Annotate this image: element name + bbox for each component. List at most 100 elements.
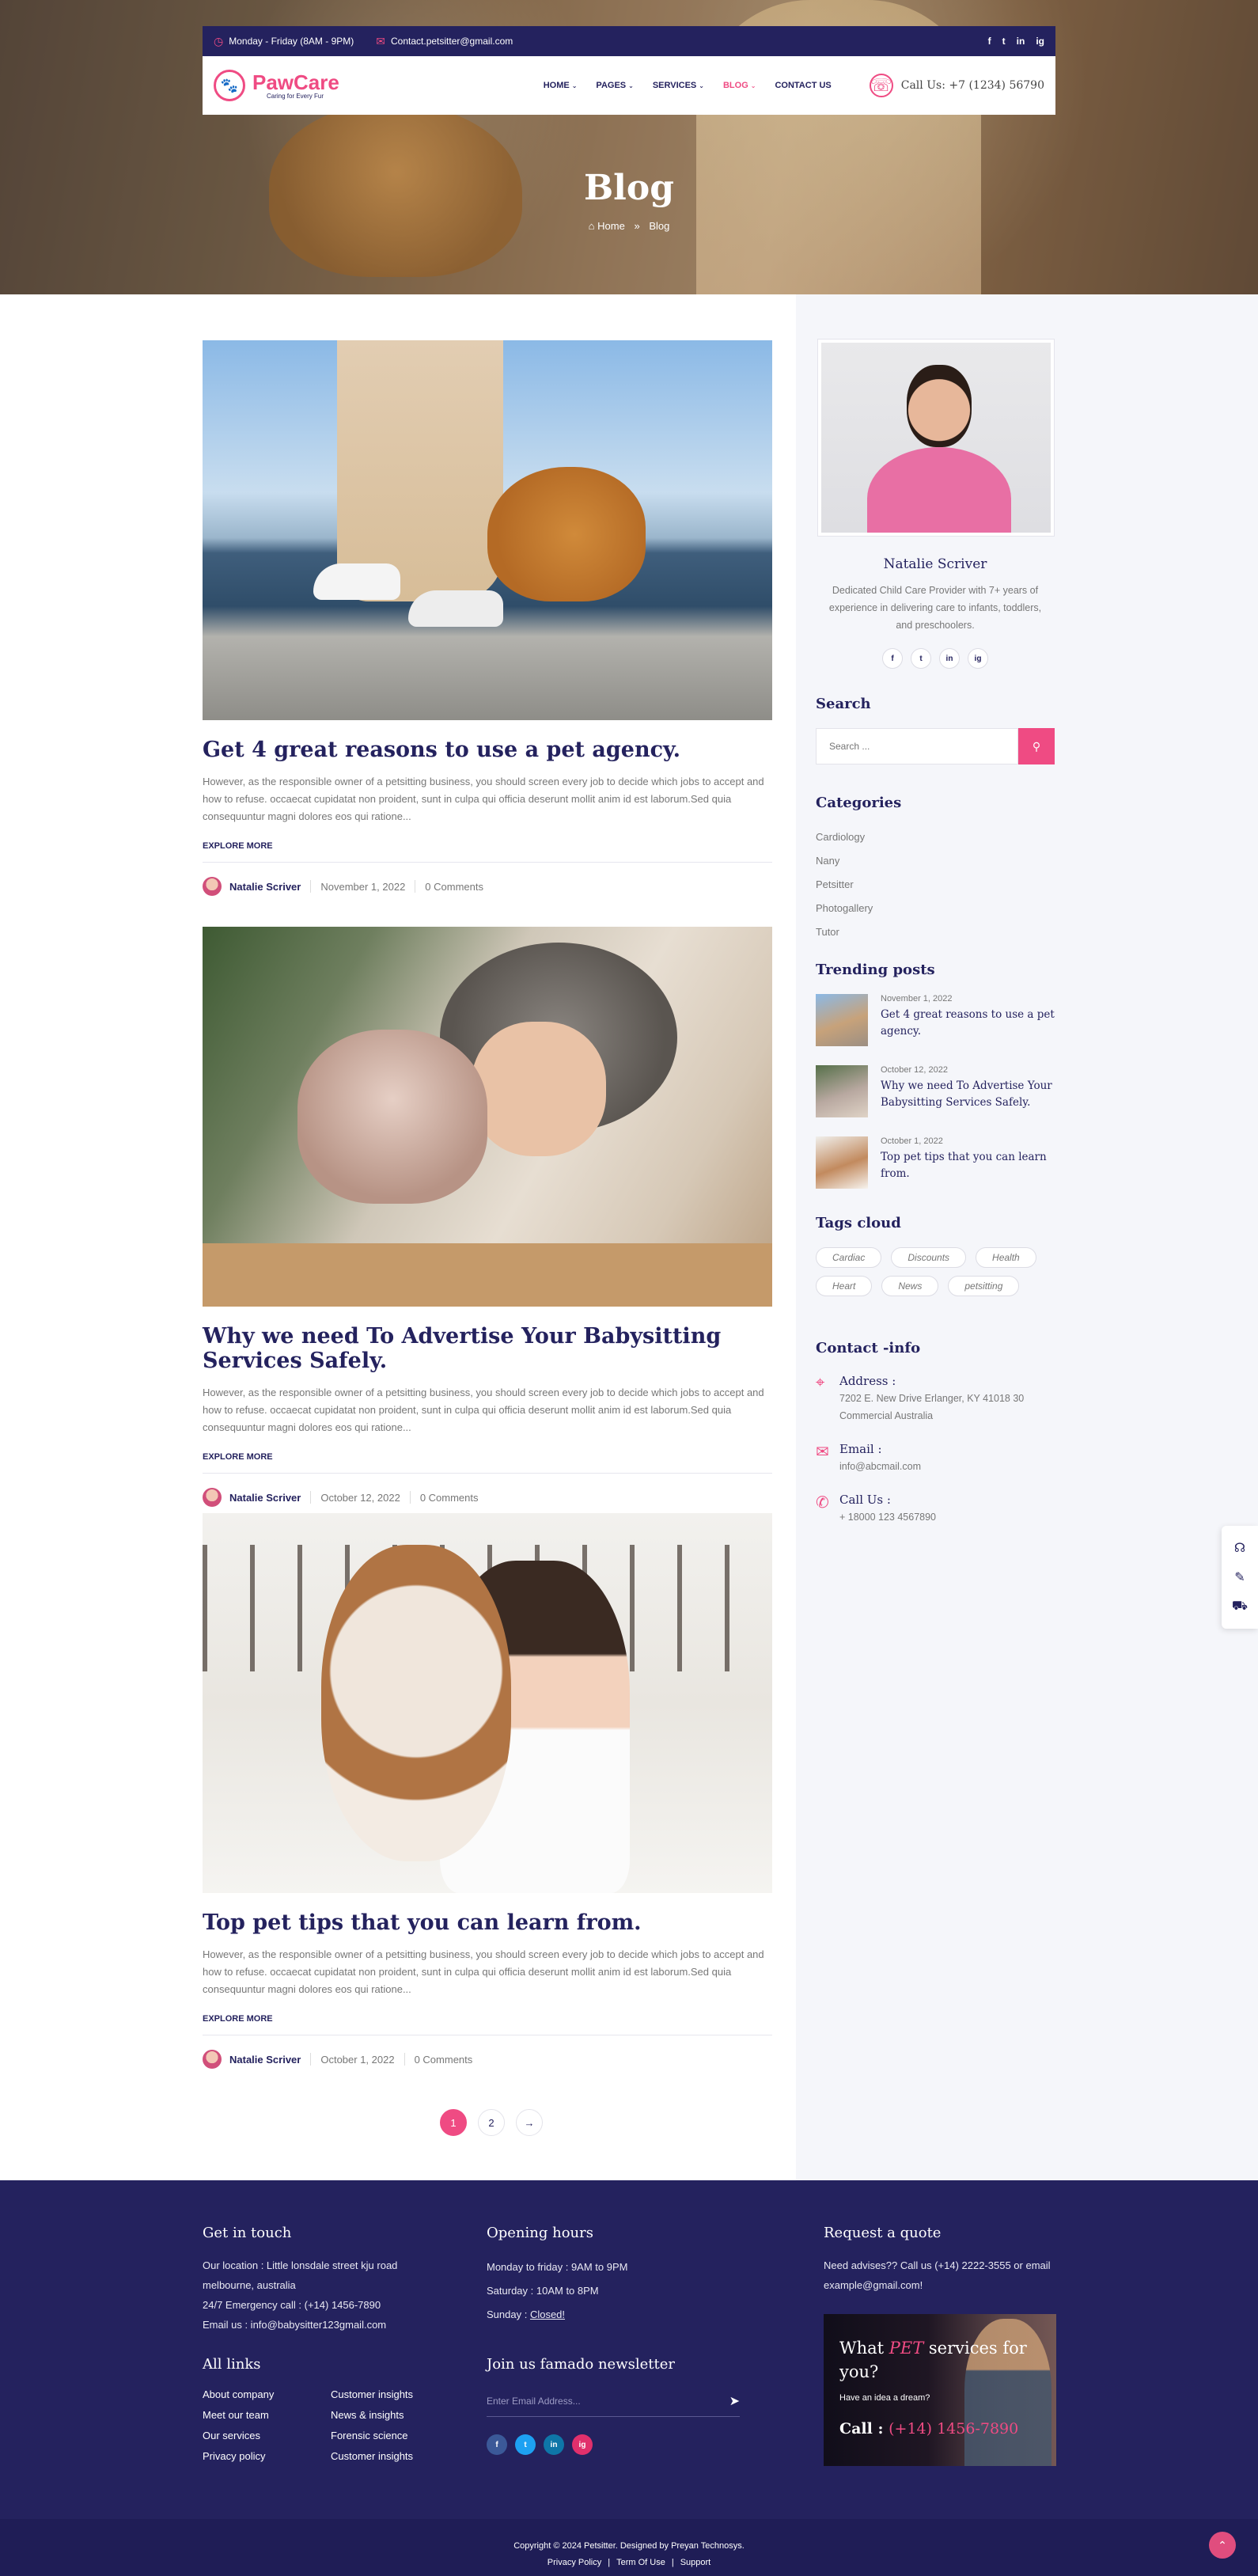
image-detail	[297, 1030, 487, 1204]
footer-location: Our location : Little lonsdale street kj…	[203, 2259, 398, 2291]
footer-social-links: f t in ig	[487, 2434, 756, 2455]
trending-thumbnail	[816, 1065, 868, 1117]
header-call[interactable]: ☏ Call Us: +7 (1234) 56790	[869, 74, 1044, 97]
email-text[interactable]: Contact.petsitter@gmail.com	[391, 36, 513, 47]
tag-pill[interactable]: Heart	[816, 1276, 873, 1296]
contact-value[interactable]: info@abcmail.com	[839, 1458, 921, 1475]
footer-link[interactable]: Our services	[203, 2430, 331, 2441]
tag-pill[interactable]: Cardiac	[816, 1247, 882, 1268]
footer-link[interactable]: Forensic science	[331, 2430, 457, 2441]
search-button[interactable]: ⚲	[1018, 728, 1055, 764]
breadcrumb: ⌂ Home » Blog	[0, 220, 1258, 232]
tag-pill[interactable]: News	[881, 1276, 939, 1296]
trending-title[interactable]: Why we need To Advertise Your Babysittin…	[881, 1078, 1055, 1111]
terms-link[interactable]: Term Of Use	[616, 2558, 665, 2567]
post-author[interactable]: Natalie Scriver	[229, 1492, 301, 1504]
instagram-icon[interactable]: ig	[968, 648, 988, 669]
instagram-icon[interactable]: ig	[1036, 36, 1044, 47]
footer-email[interactable]: Email us : info@babysitter123gmail.com	[203, 2315, 440, 2335]
facebook-icon[interactable]: f	[487, 2434, 507, 2455]
category-item[interactable]: Petsitter	[816, 873, 1055, 897]
image-detail	[313, 563, 400, 600]
footer-link[interactable]: Customer insights	[331, 2450, 457, 2462]
breadcrumb-separator: »	[634, 220, 640, 232]
nav-item-home[interactable]: HOME ⌄	[544, 81, 578, 90]
post-title[interactable]: Top pet tips that you can learn from.	[203, 1910, 772, 1935]
next-page-button[interactable]: →	[516, 2109, 543, 2136]
tag-pill[interactable]: Health	[976, 1247, 1036, 1268]
avatar	[203, 2050, 222, 2069]
instagram-icon[interactable]: ig	[572, 2434, 593, 2455]
post-title[interactable]: Why we need To Advertise Your Babysittin…	[203, 1324, 772, 1373]
linkedin-icon[interactable]: in	[939, 648, 960, 669]
footer-link[interactable]: Privacy policy	[203, 2450, 331, 2462]
category-item[interactable]: Photogallery	[816, 897, 1055, 920]
category-item[interactable]: Tutor	[816, 920, 1055, 944]
facebook-icon[interactable]: f	[882, 648, 903, 669]
footer-link[interactable]: News & insights	[331, 2409, 457, 2421]
promo-call[interactable]: Call : (+14) 1456-7890	[839, 2420, 1018, 2438]
trending-post[interactable]: October 1, 2022 Top pet tips that you ca…	[816, 1136, 1055, 1192]
nav-item-contact[interactable]: CONTACT US	[775, 81, 831, 90]
post-comments[interactable]: 0 Comments	[420, 1492, 479, 1504]
trending-post[interactable]: November 1, 2022 Get 4 great reasons to …	[816, 994, 1055, 1049]
top-social-links: f t in ig	[988, 36, 1044, 47]
twitter-icon[interactable]: t	[911, 648, 931, 669]
pencil-icon[interactable]: ✎	[1234, 1569, 1245, 1585]
footer-link[interactable]: Customer insights	[331, 2388, 457, 2400]
post-image[interactable]	[203, 927, 772, 1307]
footer-link[interactable]: Meet our team	[203, 2409, 331, 2421]
trending-post[interactable]: October 12, 2022 Why we need To Advertis…	[816, 1065, 1055, 1121]
chevron-up-icon: ⌃	[1218, 2538, 1227, 2551]
linkedin-icon[interactable]: in	[1017, 36, 1025, 47]
quote-promo-card[interactable]: What PET services for you? Have an idea …	[824, 2314, 1056, 2466]
promo-call-label: Call :	[839, 2420, 889, 2438]
explore-more-link[interactable]: EXPLORE MORE	[203, 2014, 273, 2024]
category-item[interactable]: Cardiology	[816, 825, 1055, 849]
support-link[interactable]: Support	[680, 2558, 711, 2567]
nav-item-services[interactable]: SERVICES ⌄	[653, 81, 704, 90]
post-image[interactable]	[203, 1513, 772, 1893]
image-detail	[203, 1243, 772, 1307]
twitter-icon[interactable]: t	[515, 2434, 536, 2455]
post-image[interactable]	[203, 340, 772, 720]
footer-title: Opening hours	[487, 2225, 593, 2241]
back-to-top-button[interactable]: ⌃	[1209, 2532, 1236, 2559]
page-1-button[interactable]: 1	[440, 2109, 467, 2136]
trending-title[interactable]: Top pet tips that you can learn from.	[881, 1149, 1055, 1182]
hours-weekday: Monday to friday : 9AM to 9PM	[487, 2261, 628, 2273]
support-icon[interactable]: ☊	[1234, 1540, 1245, 1556]
linkedin-icon[interactable]: in	[544, 2434, 564, 2455]
cart-icon[interactable]: ⛟	[1232, 1599, 1248, 1614]
nav-item-blog[interactable]: BLOG ⌄	[723, 81, 756, 90]
page-2-button[interactable]: 2	[478, 2109, 505, 2136]
logo[interactable]: 🐾 PawCare Caring for Every Fur	[214, 70, 339, 101]
post-author[interactable]: Natalie Scriver	[229, 881, 301, 893]
nav-item-pages[interactable]: PAGES ⌄	[596, 81, 633, 90]
footer-link[interactable]: About company	[203, 2388, 331, 2400]
category-item[interactable]: Nany	[816, 849, 1055, 873]
post-title[interactable]: Get 4 great reasons to use a pet agency.	[203, 738, 772, 762]
explore-more-link[interactable]: EXPLORE MORE	[203, 1452, 273, 1462]
explore-more-link[interactable]: EXPLORE MORE	[203, 841, 273, 851]
chevron-down-icon: ⌄	[699, 82, 704, 89]
send-icon[interactable]: ➤	[729, 2393, 740, 2409]
newsletter-email-input[interactable]	[487, 2395, 729, 2407]
post-author[interactable]: Natalie Scriver	[229, 2054, 301, 2066]
facebook-icon[interactable]: f	[988, 36, 991, 47]
email-info[interactable]: ✉ Contact.petsitter@gmail.com	[376, 35, 513, 48]
contact-value[interactable]: + 18000 123 4567890	[839, 1508, 936, 1526]
site-footer: Get in touch Our location : Little lonsd…	[0, 2180, 1258, 2519]
search-input[interactable]	[816, 728, 1018, 764]
footer-all-links: All links About company Customer insight…	[203, 2356, 472, 2462]
contact-label: Email :	[839, 1442, 882, 1456]
post-comments[interactable]: 0 Comments	[425, 881, 483, 893]
tag-pill[interactable]: petsitting	[948, 1276, 1020, 1296]
post-comments[interactable]: 0 Comments	[415, 2054, 473, 2066]
tag-pill[interactable]: Discounts	[891, 1247, 967, 1268]
twitter-icon[interactable]: t	[1002, 36, 1006, 47]
privacy-policy-link[interactable]: Privacy Policy	[548, 2558, 601, 2567]
breadcrumb-home[interactable]: Home	[597, 220, 625, 232]
post-date: October 12, 2022	[320, 1491, 400, 1504]
trending-title[interactable]: Get 4 great reasons to use a pet agency.	[881, 1007, 1055, 1040]
